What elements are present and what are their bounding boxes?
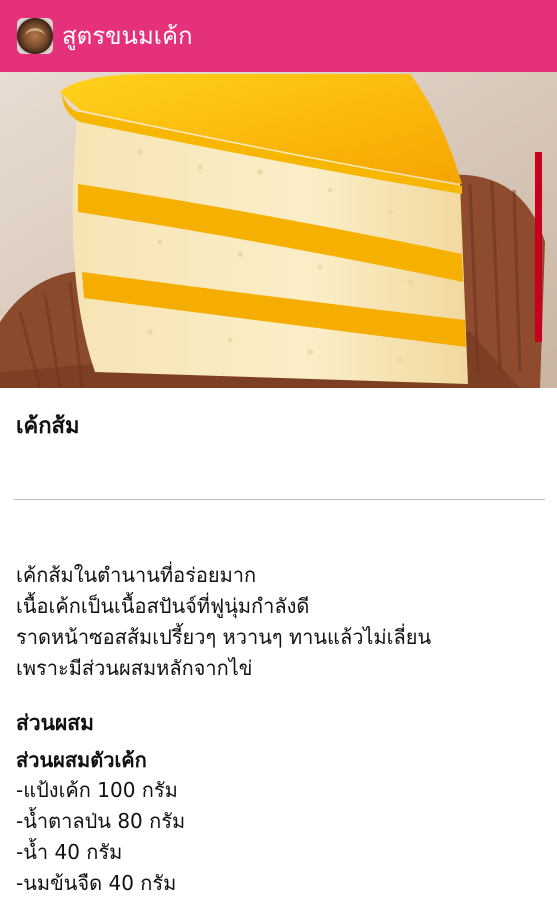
description-line: ราดหน้าซอสส้มเปรี้ยวๆ หวานๆ ทานแล้วไม่เล… (16, 625, 432, 649)
recipe-title: เค้กส้ม (16, 414, 80, 439)
cake-ingredients-heading: ส่วนผสมตัวเค้ก (16, 748, 147, 772)
divider (14, 499, 545, 500)
recipe-description: เค้กส้มในตำนานที่อร่อยมาก เนื้อเค้กเป็นเ… (16, 560, 546, 684)
scroll-indicator (535, 152, 542, 342)
cake-app-icon[interactable] (17, 18, 53, 54)
ingredient-list: -แป้งเค้ก 100 กรัม -น้ำตาลป่น 80 กรัม -น… (16, 775, 185, 899)
description-line: เนื้อเค้กเป็นเนื้อสปันจ์ที่ฟูนุ่มกำลังดี (16, 594, 310, 618)
description-line: เพราะมีส่วนผสมหลักจากไข่ (16, 656, 253, 680)
description-line: เค้กส้มในตำนานที่อร่อยมาก (16, 563, 257, 587)
list-item: -แป้งเค้ก 100 กรัม (16, 778, 178, 802)
ingredients-heading: ส่วนผสม (16, 711, 94, 735)
app-title: สูตรขนมเค้ก (62, 22, 193, 50)
list-item: -น้ำตาลป่น 80 กรัม (16, 809, 186, 833)
cake-photo (0, 72, 557, 388)
list-item: -นมข้นจืด 40 กรัม (16, 871, 177, 895)
list-item: -น้ำ 40 กรัม (16, 840, 123, 864)
app-bar: สูตรขนมเค้ก (0, 0, 557, 72)
